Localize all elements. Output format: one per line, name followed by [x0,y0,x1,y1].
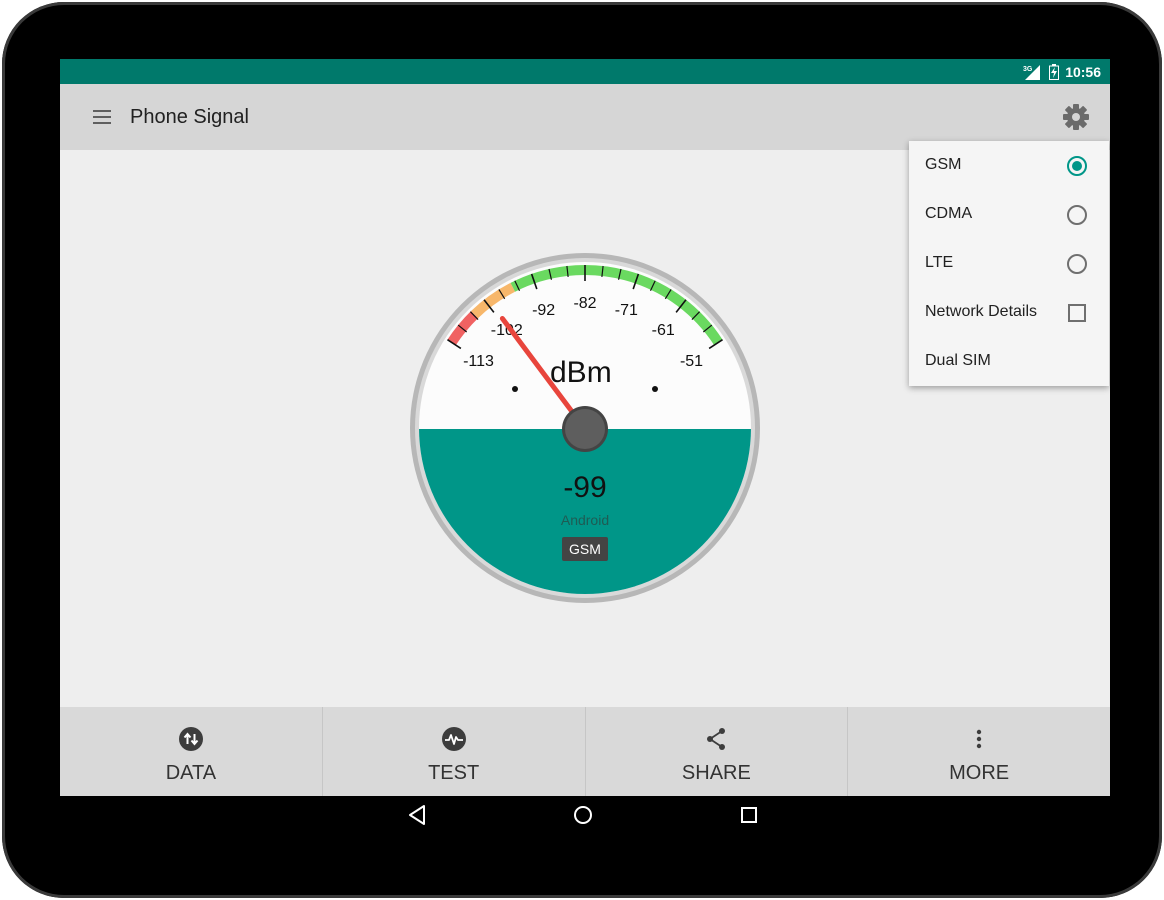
menu-item-label: CDMA [925,205,973,222]
gauge-tick-label: -71 [615,302,638,319]
battery-icon [1049,63,1060,80]
gauge-tick-label: -51 [680,353,703,370]
share-button[interactable]: SHARE [584,707,848,796]
signal-gauge: -113 -102 -92 -82 -71 -61 -51 dBm -99 Android … [410,253,760,603]
data-button[interactable]: DATA [60,707,322,796]
network-popup-menu: GSM CDMA LTE Network Details Dual SIM [909,141,1109,386]
status-time: 10:56 [1065,63,1101,80]
menu-item-cdma[interactable]: CDMA [909,190,1109,239]
test-button[interactable]: TEST [321,707,585,796]
network-details-checkbox[interactable] [1066,302,1088,324]
menu-item-label: GSM [925,156,962,173]
bottom-nav: DATA TEST SHARE MORE [60,707,1110,796]
network-label: 3G [1023,66,1033,73]
system-nav-bar [0,795,1164,845]
more-vert-icon [976,729,982,749]
recents-icon[interactable] [737,803,761,827]
tablet-bezel: 3G 10:56 Phone Signal -113 -102 -92 -82 … [2,2,1162,898]
hamburger-menu-icon[interactable] [92,108,112,126]
gauge-tick-label: -92 [532,302,555,319]
menu-item-gsm[interactable]: GSM [909,141,1109,190]
more-button[interactable]: MORE [847,707,1110,796]
network-type-badge: GSM [562,537,608,561]
status-bar: 3G 10:56 [60,59,1110,84]
data-transfer-icon [178,727,203,751]
gear-icon[interactable] [1062,103,1090,131]
menu-item-label: LTE [925,254,954,271]
signal-source: Android [560,512,610,528]
menu-item-dual-sim[interactable]: Dual SIM [909,337,1109,386]
share-icon [707,728,726,750]
test-label: TEST [428,762,480,784]
menu-item-label: Network Details [925,303,1038,320]
data-label: DATA [165,762,217,784]
more-label: MORE [949,762,1010,784]
pulse-icon [441,727,466,751]
gsm-radio[interactable] [1066,155,1088,177]
share-label: SHARE [681,762,751,784]
gauge-unit: dBm [550,356,612,389]
gauge-tick-label: -61 [652,322,675,339]
lte-radio[interactable] [1066,253,1088,275]
signal-value: -99 [563,471,607,504]
gauge-tick-label: -82 [573,295,596,312]
cdma-radio[interactable] [1066,204,1088,226]
home-icon[interactable] [571,803,595,827]
menu-item-label: Dual SIM [925,352,991,369]
signal-icon: 3G [1023,64,1041,80]
back-icon[interactable] [405,803,429,827]
gauge-tick-label: -113 [463,353,494,370]
menu-item-network-details[interactable]: Network Details [909,288,1109,337]
menu-item-lte[interactable]: LTE [909,239,1109,288]
status-icons: 3G 10:56 [1023,59,1101,84]
screen: 3G 10:56 Phone Signal -113 -102 -92 -82 … [60,59,1110,796]
app-title: Phone Signal [130,106,249,128]
